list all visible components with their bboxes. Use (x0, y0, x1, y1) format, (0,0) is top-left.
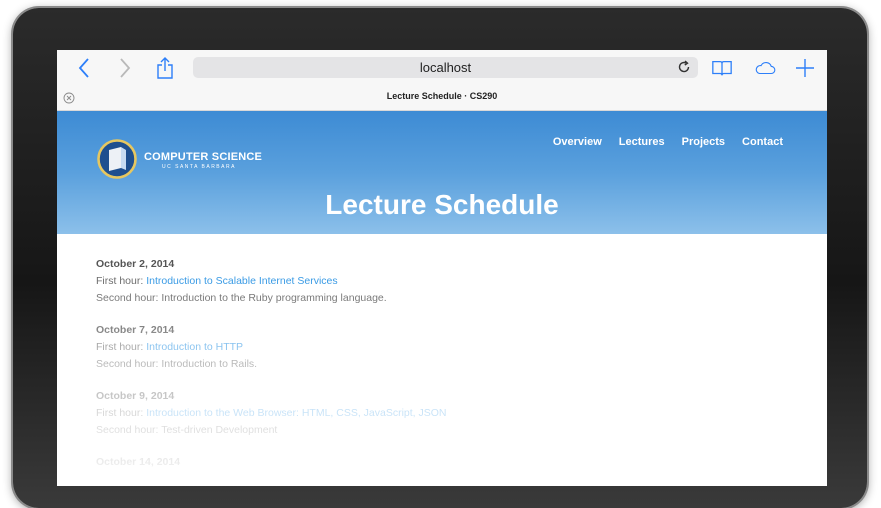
first-hour-label: First hour: (96, 275, 147, 287)
lecture-date: October 2, 2014 (96, 258, 175, 270)
book-icon (712, 60, 732, 76)
icloud-tabs-button[interactable] (754, 57, 776, 79)
address-text: localhost (419, 60, 472, 75)
lecture-date: October 14, 2014 (96, 456, 181, 468)
logo-wordmark[interactable]: COMPUTER SCIENCE UC SANTA BARBARA (144, 151, 262, 170)
tab-bar: Lecture Schedule · CS290 (57, 86, 827, 111)
new-tab-button[interactable] (794, 57, 816, 79)
site-header: COMPUTER SCIENCE UC SANTA BARBARA Overvi… (57, 111, 827, 234)
first-hour-label: First hour: (96, 341, 147, 353)
cloud-icon (755, 62, 776, 75)
lecture-entry: October 9, 2014 First hour: Introduction… (96, 390, 796, 436)
tab-title[interactable]: Lecture Schedule · CS290 (57, 91, 827, 101)
second-hour-line: Second hour: Introduction to Rails. (96, 358, 258, 370)
page-title: Lecture Schedule (325, 189, 559, 220)
second-hour-line: Second hour: Introduction to the Ruby pr… (96, 292, 387, 304)
lecture-list: October 2, 2014 First hour: Introduction… (96, 258, 796, 486)
ucsb-logo-icon[interactable] (97, 139, 137, 179)
nav-lectures[interactable]: Lectures (619, 136, 665, 148)
lecture-link[interactable]: Introduction to Scalable Internet Servic… (146, 275, 337, 287)
reload-icon[interactable] (677, 60, 691, 74)
nav-projects[interactable]: Projects (682, 136, 725, 148)
lecture-entry: October 14, 2014 (96, 456, 796, 468)
share-button[interactable] (154, 57, 176, 79)
back-button[interactable] (73, 57, 95, 79)
plus-icon (796, 59, 814, 77)
browser-window: localhost Lecture Schedule · CS290 COMPU… (57, 50, 827, 486)
forward-button[interactable] (114, 57, 136, 79)
second-hour-line: Second hour: Test-driven Development (96, 424, 278, 436)
lecture-date: October 7, 2014 (96, 324, 175, 336)
first-hour-line: First hour: Introduction to Scalable Int… (96, 275, 796, 287)
address-bar[interactable]: localhost (193, 57, 698, 78)
lecture-link[interactable]: Introduction to HTTP (146, 341, 243, 353)
first-hour-line: First hour: Introduction to HTTP (96, 341, 796, 353)
nav-overview[interactable]: Overview (553, 136, 602, 148)
lecture-link[interactable]: Introduction to the Web Browser: HTML, C… (146, 407, 446, 419)
logo-subtitle: UC SANTA BARBARA (162, 164, 236, 170)
bookmarks-button[interactable] (711, 57, 733, 79)
first-hour-line: First hour: Introduction to the Web Brow… (96, 407, 796, 419)
browser-toolbar: localhost (57, 50, 827, 86)
lecture-date: October 9, 2014 (96, 390, 175, 402)
chevron-left-icon (78, 58, 89, 78)
nav-contact[interactable]: Contact (742, 136, 783, 148)
share-icon (157, 57, 173, 79)
main-nav: Overview Lectures Projects Contact (553, 136, 783, 148)
first-hour-label: First hour: (96, 407, 147, 419)
chevron-right-icon (120, 58, 131, 78)
logo-title: COMPUTER SCIENCE (144, 151, 263, 163)
lecture-entry: October 2, 2014 First hour: Introduction… (96, 258, 796, 304)
lecture-entry: October 7, 2014 First hour: Introduction… (96, 324, 796, 370)
